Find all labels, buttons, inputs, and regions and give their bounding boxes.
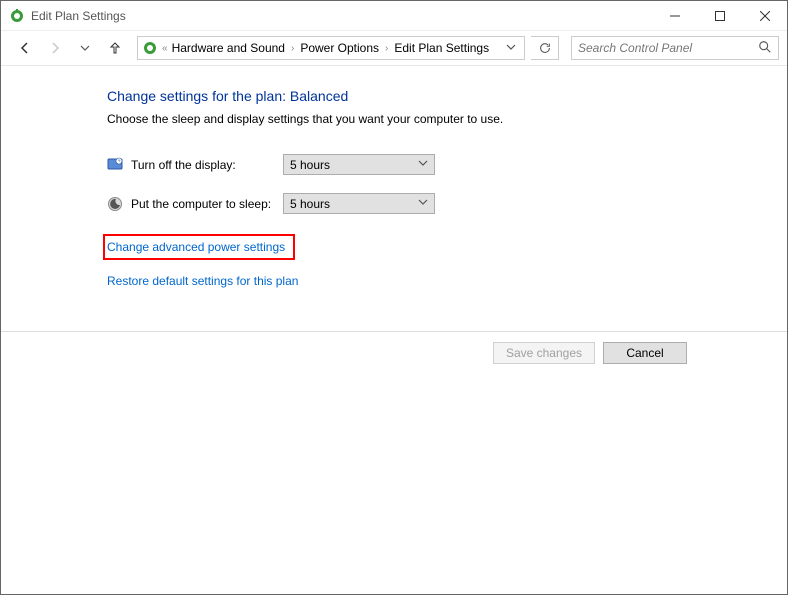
cancel-button[interactable]: Cancel [603, 342, 687, 364]
window-controls [652, 1, 787, 31]
sleep-timeout-select[interactable]: 5 hours [283, 193, 435, 214]
highlight-box: Change advanced power settings [103, 234, 295, 260]
button-label: Cancel [626, 346, 663, 360]
up-button[interactable] [103, 36, 127, 60]
select-value: 5 hours [290, 158, 330, 172]
setting-row-sleep: Put the computer to sleep: 5 hours [107, 193, 787, 214]
search-icon[interactable] [758, 40, 772, 57]
breadcrumb-item[interactable]: Hardware and Sound [172, 41, 285, 55]
chevron-down-icon [418, 197, 428, 210]
links-block: Change advanced power settings Restore d… [107, 234, 787, 288]
display-icon [107, 157, 123, 173]
sleep-icon [107, 196, 123, 212]
minimize-button[interactable] [652, 1, 697, 31]
button-label: Save changes [506, 346, 582, 360]
search-box[interactable] [571, 36, 779, 60]
chevron-right-icon: › [291, 43, 294, 54]
window-title: Edit Plan Settings [31, 9, 126, 23]
setting-label: Put the computer to sleep: [131, 197, 283, 211]
breadcrumb-item[interactable]: Edit Plan Settings [394, 41, 489, 55]
search-input[interactable] [578, 41, 758, 55]
refresh-button[interactable] [531, 36, 559, 60]
page-subtext: Choose the sleep and display settings th… [107, 112, 787, 126]
back-button[interactable] [13, 36, 37, 60]
chevron-right-icon: › [385, 43, 388, 54]
setting-label: Turn off the display: [131, 158, 283, 172]
chevron-down-icon [418, 158, 428, 171]
breadcrumb-item[interactable]: Power Options [300, 41, 379, 55]
maximize-button[interactable] [697, 1, 742, 31]
footer: Save changes Cancel [1, 331, 787, 374]
breadcrumb: Hardware and Sound › Power Options › Edi… [172, 41, 490, 55]
recent-locations-button[interactable] [73, 36, 97, 60]
display-timeout-select[interactable]: 5 hours [283, 154, 435, 175]
main-content: Change settings for the plan: Balanced C… [1, 66, 787, 288]
address-bar[interactable]: « Hardware and Sound › Power Options › E… [137, 36, 525, 60]
titlebar: Edit Plan Settings [1, 1, 787, 31]
select-value: 5 hours [290, 197, 330, 211]
app-icon [9, 8, 25, 24]
save-button: Save changes [493, 342, 595, 364]
restore-defaults-link[interactable]: Restore default settings for this plan [107, 274, 298, 288]
address-dropdown-button[interactable] [500, 42, 522, 55]
location-icon [142, 40, 158, 56]
advanced-settings-link[interactable]: Change advanced power settings [107, 240, 285, 254]
setting-row-display: Turn off the display: 5 hours [107, 154, 787, 175]
page-heading: Change settings for the plan: Balanced [107, 88, 787, 104]
forward-button[interactable] [43, 36, 67, 60]
nav-row: « Hardware and Sound › Power Options › E… [1, 31, 787, 65]
close-button[interactable] [742, 1, 787, 31]
breadcrumb-prefix: « [162, 43, 168, 54]
